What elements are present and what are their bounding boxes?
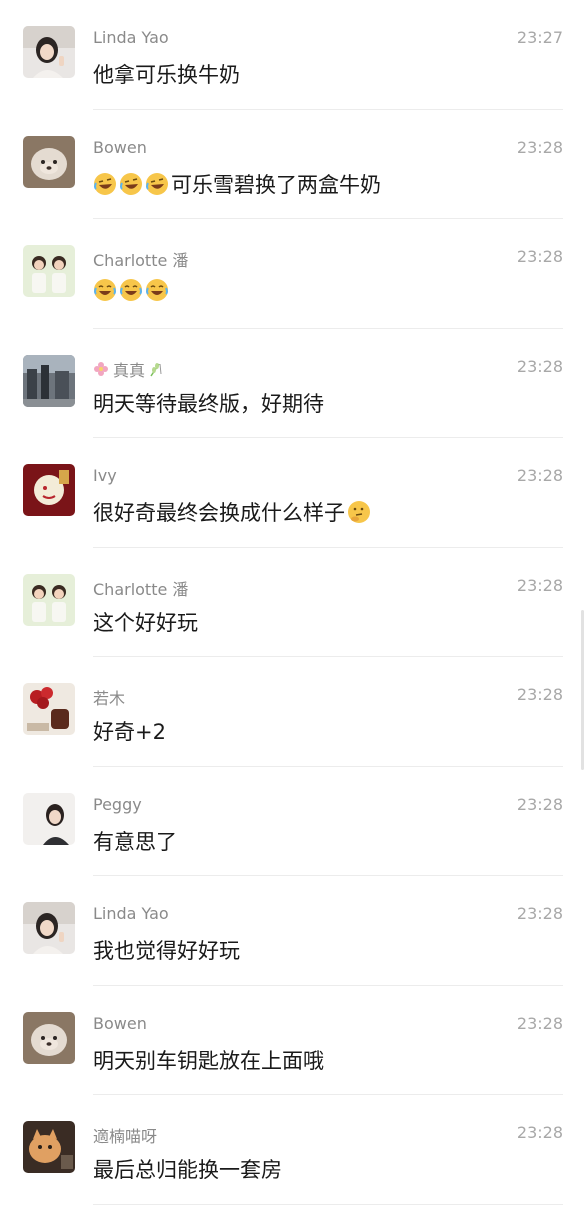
timestamp: 23:28 xyxy=(516,685,563,704)
list-item[interactable]: Charlotte 潘 23:28 这个好好玩 xyxy=(0,548,585,658)
sender-name: Charlotte 潘 xyxy=(93,579,189,599)
message-text: 很好奇最终会换成什么样子 xyxy=(93,497,373,527)
message-text: 他拿可乐换牛奶 xyxy=(93,59,240,89)
avatar[interactable] xyxy=(23,902,75,954)
message-text: 明天等待最终版，好期待 xyxy=(93,388,324,418)
girl-photo-avatar xyxy=(23,902,75,954)
timestamp: 23:28 xyxy=(516,1123,563,1142)
laugh-cry-emoji-icon xyxy=(94,279,116,301)
message-text-content: 这个好好玩 xyxy=(93,610,198,635)
message-text: 明天别车钥匙放在上面哦 xyxy=(93,1045,324,1075)
avatar[interactable] xyxy=(23,464,75,516)
timestamp: 23:28 xyxy=(516,247,563,266)
timestamp: 23:28 xyxy=(516,904,563,923)
timestamp: 23:28 xyxy=(516,356,563,376)
avatar[interactable] xyxy=(23,26,75,78)
message-text-content: 最后总归能换一套房 xyxy=(93,1158,282,1182)
laugh-cry-tilted-emoji-icon xyxy=(120,172,142,195)
roses-photo-avatar xyxy=(23,683,75,735)
message-text: 这个好好玩 xyxy=(93,607,198,637)
sender-name-text: 真真 xyxy=(113,360,146,380)
dog-photo-avatar xyxy=(23,135,75,188)
avatar[interactable] xyxy=(23,1121,75,1173)
sender-name: 若木 xyxy=(93,689,126,708)
sender-name: Linda Yao xyxy=(93,28,169,47)
avatar[interactable] xyxy=(23,354,75,407)
list-item[interactable]: Bowen 23:28 可乐雪碧换了两盒牛奶 xyxy=(0,110,585,220)
message-text xyxy=(93,278,171,302)
laugh-cry-emoji-icon xyxy=(120,279,142,301)
girl-photo-avatar xyxy=(23,26,75,78)
kids-photo-avatar xyxy=(23,245,75,297)
message-text: 我也觉得好好玩 xyxy=(93,935,240,965)
sender-name: Bowen xyxy=(93,137,147,157)
wheat-icon xyxy=(150,362,162,376)
cat-photo-avatar xyxy=(23,1121,75,1173)
laugh-cry-tilted-emoji-icon xyxy=(146,172,168,195)
sender-name: Bowen xyxy=(93,1013,147,1033)
message-text-content: 可乐雪碧换了两盒牛奶 xyxy=(171,172,381,197)
sender-name: Charlotte 潘 xyxy=(93,251,189,270)
dog-photo-avatar xyxy=(23,1011,75,1064)
avatar[interactable] xyxy=(23,573,75,626)
message-text-content: 明天等待最终版，好期待 xyxy=(93,391,324,416)
sender-name: 真真 xyxy=(93,357,164,381)
sender-name: Linda Yao xyxy=(93,904,169,923)
timestamp: 23:28 xyxy=(516,137,563,157)
avatar[interactable] xyxy=(23,135,75,188)
message-text: 有意思了 xyxy=(93,826,177,856)
list-item[interactable]: Charlotte 潘 23:28 xyxy=(0,219,585,329)
list-item[interactable]: Ivy 23:28 很好奇最终会换成什么样子 xyxy=(0,438,585,548)
scrollbar[interactable] xyxy=(581,610,584,770)
message-text-content: 明天别车钥匙放在上面哦 xyxy=(93,1048,324,1073)
message-text: 可乐雪碧换了两盒牛奶 xyxy=(93,169,381,199)
list-item[interactable]: 適楠喵呀 23:28 最后总归能换一套房 xyxy=(0,1095,585,1205)
red-card-avatar xyxy=(23,464,75,516)
list-item[interactable]: Linda Yao 23:28 我也觉得好好玩 xyxy=(0,876,585,986)
sender-name: Ivy xyxy=(93,466,117,485)
message-text-content: 他拿可乐换牛奶 xyxy=(93,63,240,87)
message-text-content: 好奇+2 xyxy=(93,720,166,744)
woman-photo-avatar xyxy=(23,792,75,845)
sender-name: Peggy xyxy=(93,794,142,814)
list-item[interactable]: Peggy 23:28 有意思了 xyxy=(0,767,585,877)
street-photo-avatar xyxy=(23,354,75,407)
message-text-content: 有意思了 xyxy=(93,829,177,854)
laugh-cry-emoji-icon xyxy=(146,279,168,301)
sender-name: 適楠喵呀 xyxy=(93,1127,158,1146)
list-item[interactable]: Linda Yao 23:27 他拿可乐换牛奶 xyxy=(0,0,585,110)
timestamp: 23:27 xyxy=(516,28,563,47)
timestamp: 23:28 xyxy=(516,466,563,485)
timestamp: 23:28 xyxy=(516,794,563,814)
list-item[interactable]: 真真 23:28 明天等待最终版，好期待 xyxy=(0,329,585,439)
message-text: 最后总归能换一套房 xyxy=(93,1154,282,1184)
avatar[interactable] xyxy=(23,683,75,735)
avatar[interactable] xyxy=(23,245,75,297)
avatar[interactable] xyxy=(23,792,75,845)
timestamp: 23:28 xyxy=(516,1013,563,1033)
message-text-content: 很好奇最终会换成什么样子 xyxy=(93,501,345,525)
message-list[interactable]: Linda Yao 23:27 他拿可乐换牛奶 Bowen 23:28 可乐雪碧… xyxy=(0,0,585,1205)
avatar[interactable] xyxy=(23,1011,75,1064)
list-item[interactable]: 若木 23:28 好奇+2 xyxy=(0,657,585,767)
kids-photo-avatar xyxy=(23,573,75,626)
message-text: 好奇+2 xyxy=(93,716,166,746)
timestamp: 23:28 xyxy=(516,575,563,595)
laugh-cry-tilted-emoji-icon xyxy=(94,172,116,195)
thinking-face-emoji-icon xyxy=(348,501,370,523)
list-item[interactable]: Bowen 23:28 明天别车钥匙放在上面哦 xyxy=(0,986,585,1096)
flower-icon xyxy=(94,361,108,376)
message-text-content: 我也觉得好好玩 xyxy=(93,939,240,963)
